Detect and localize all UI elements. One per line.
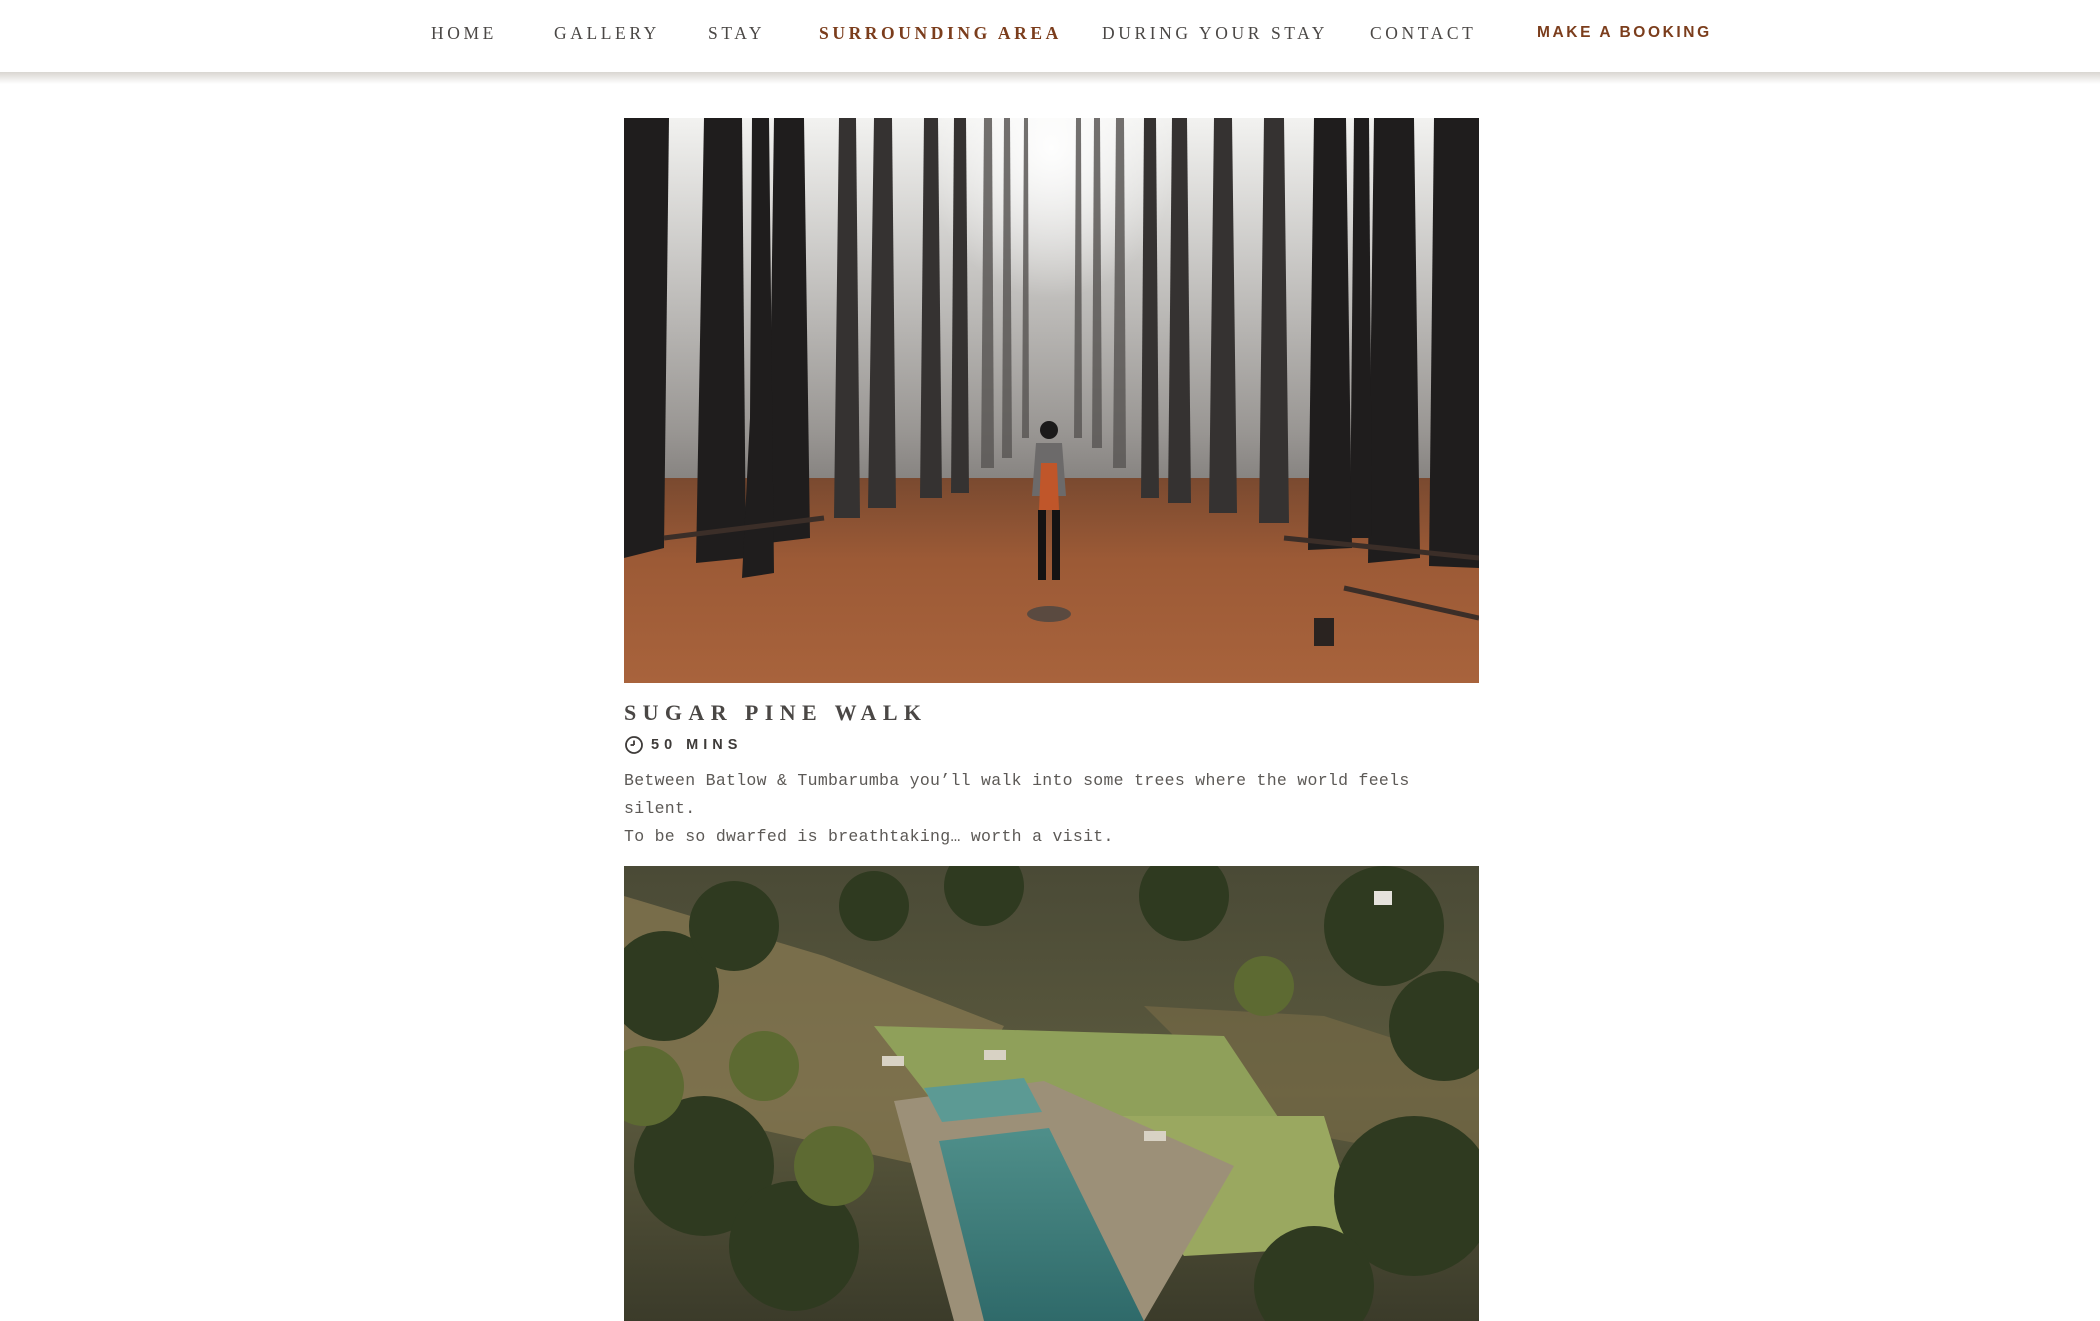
- nav-item-surrounding-area[interactable]: SURROUNDING AREA: [819, 20, 1062, 46]
- nav-item-stay[interactable]: STAY: [708, 20, 765, 46]
- make-a-booking-button[interactable]: MAKE A BOOKING: [1537, 20, 1712, 46]
- nav-item-home[interactable]: HOME: [431, 20, 497, 46]
- attraction-title: SUGAR PINE WALK: [624, 700, 928, 725]
- nav-item-during-your-stay[interactable]: DURING YOUR STAY: [1102, 20, 1328, 46]
- top-navigation: HOME GALLERY STAY SURROUNDING AREA DURIN…: [0, 0, 2100, 72]
- nav-item-gallery[interactable]: GALLERY: [554, 20, 660, 46]
- nav-item-contact[interactable]: CONTACT: [1370, 20, 1476, 46]
- nav-shadow: [0, 72, 2100, 84]
- sugar-pine-walk-photo: [624, 118, 1479, 683]
- description-line: Between Batlow & Tumbarumba you’ll walk …: [624, 771, 1410, 818]
- clock-icon: [624, 735, 644, 755]
- attraction-description: Between Batlow & Tumbarumba you’ll walk …: [624, 767, 1479, 851]
- duration-text: 50 MINS: [651, 737, 743, 753]
- attraction-duration: 50 MINS: [624, 734, 1479, 756]
- attractions-list: SUGAR PINE WALK 50 MINS Between Batlow &…: [624, 118, 1479, 1321]
- description-line: To be so dwarfed is breathtaking… worth …: [624, 827, 1114, 846]
- thermal-pool-photo: [624, 866, 1479, 1321]
